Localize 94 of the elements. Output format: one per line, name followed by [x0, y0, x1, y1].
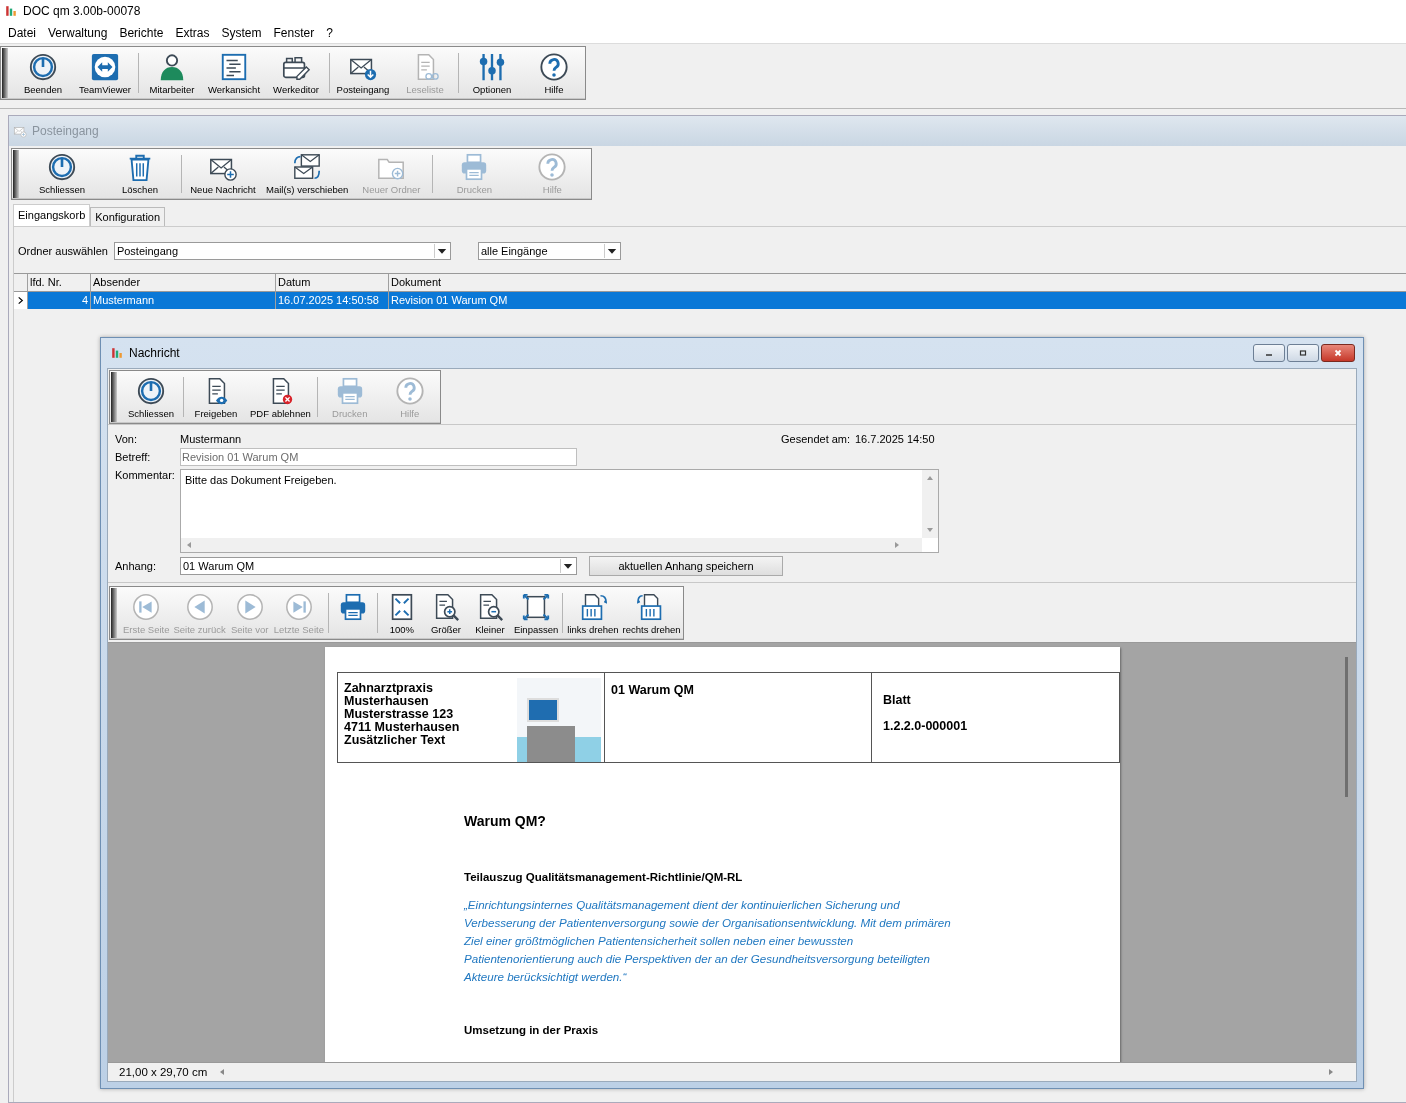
document-lines-icon — [219, 52, 249, 82]
app-logo-icon — [111, 347, 123, 359]
column-header[interactable]: Absender — [91, 274, 276, 291]
window-title: DOC qm 3.00b-00078 — [23, 4, 141, 18]
power-icon — [28, 52, 58, 82]
menu-item[interactable]: Berichte — [113, 25, 170, 40]
table-cell: Revision 01 Warum QM — [389, 292, 1406, 309]
toolbar-button[interactable]: Einpassen — [511, 587, 561, 639]
help-icon — [537, 152, 568, 182]
sheet-label: Blatt — [883, 693, 912, 707]
toolbar-button[interactable]: rechts drehen — [620, 587, 683, 639]
toolbar-button[interactable]: Größer — [423, 587, 468, 639]
help-icon — [394, 376, 425, 406]
field-label: Anhang: — [115, 560, 157, 572]
toolbar-button[interactable]: Posteingang — [332, 47, 394, 99]
document-subheading: Teilauszug Qualitätsmanagement-Richtlinie/QM-RL — [464, 871, 744, 883]
toolbar-button[interactable]: Schliessen — [23, 149, 101, 199]
menu-item[interactable]: Extras — [169, 25, 216, 40]
tab[interactable]: Eingangskorb — [13, 204, 91, 226]
close-button[interactable] — [1321, 344, 1355, 362]
attachment-dropdown[interactable]: 01 Warum QM — [180, 557, 577, 575]
field-label: Von: — [115, 433, 139, 445]
restore-icon — [1298, 348, 1308, 358]
window-title: Nachricht — [129, 346, 181, 360]
toolbar-button[interactable]: Hilfe — [523, 47, 585, 99]
menu-item[interactable]: Datei — [2, 25, 42, 40]
document-heading: Warum QM? — [464, 813, 547, 829]
minimize-button[interactable] — [1253, 344, 1285, 362]
column-header[interactable]: Datum — [276, 274, 389, 291]
menu-item[interactable]: Fenster — [267, 25, 321, 40]
document-title: 01 Warum QM — [611, 683, 694, 699]
restore-button[interactable] — [1287, 344, 1319, 362]
organization-address: Zahnarztpraxis Musterhausen Musterstrasse 123 4711 Musterhausen Zusätzlicher Text — [344, 681, 460, 747]
close-icon — [1333, 348, 1343, 358]
dropdown-arrow-icon — [560, 559, 575, 573]
field-label: Betreff: — [115, 451, 152, 463]
panel-title: Posteingang — [32, 124, 99, 138]
dropdown-arrow-icon — [603, 244, 619, 258]
help-icon — [539, 52, 569, 82]
tab[interactable]: Konfiguration — [90, 207, 166, 226]
toolbar-button[interactable]: Beenden — [12, 47, 74, 99]
filter-dropdown[interactable]: alle Eingänge — [477, 242, 621, 260]
toolbar-button[interactable]: Freigeben — [186, 371, 246, 423]
toolbar-button[interactable]: PDF ablehnen — [246, 371, 315, 423]
toolbar-button[interactable]: Löschen — [101, 149, 179, 199]
menu-item[interactable]: ? — [320, 25, 339, 40]
scroll-thumb[interactable] — [1345, 657, 1348, 797]
field-label: Gesendet am: — [781, 433, 852, 445]
sender-text: Mustermann — [180, 433, 243, 445]
toolbar-button[interactable]: Mail(s) verschieben — [262, 149, 353, 199]
app-logo-icon — [5, 5, 17, 17]
toolbar-button[interactable]: Neue Nachricht — [184, 149, 262, 199]
save-attachment-button[interactable]: aktuellen Anhang speichern — [589, 556, 783, 576]
folder-dropdown[interactable]: Posteingang — [113, 242, 451, 260]
column-header[interactable]: Dokument — [389, 274, 1406, 291]
table-cell: 16.07.2025 14:50:58 — [276, 292, 389, 309]
vertical-scrollbar[interactable] — [922, 470, 938, 538]
document-number: 1.2.2.0-000001 — [883, 719, 969, 733]
horizontal-scrollbar[interactable] — [181, 538, 922, 552]
sent-date: 16.7.2025 14:50 — [855, 433, 935, 445]
table-cell: Mustermann — [91, 292, 276, 309]
quote-paragraph: „Einrichtungsinternes Qualitätsmanagement dient der kontinuierlichen Sicherung und Verbesserung der Patientenversorgung sowie der Organisationsentwicklung. Mit dem primären Ziel einer größtmöglichen Patientensicherheit sollen neben einer bewussten Patientenorientierung auch die Perspektiven der an der Gesundheitsversorgung beteiligten Akteure berücksichtigt werden.“ — [464, 897, 952, 985]
expand-arrows-icon — [521, 592, 552, 622]
toolbar-button[interactable]: Schliessen — [121, 371, 181, 423]
envelopes-arrows-icon — [292, 152, 323, 182]
table-cell: 4 — [28, 292, 91, 309]
toolbar-button[interactable]: Optionen — [461, 47, 523, 99]
column-header[interactable]: lfd. Nr. — [28, 274, 91, 291]
section-heading: Umsetzung in der Praxis — [464, 1024, 600, 1036]
subject-field[interactable]: Revision 01 Warum QM — [180, 448, 577, 466]
folder-label: Ordner auswählen — [18, 245, 108, 257]
toolbar-button[interactable]: Werkansicht — [203, 47, 265, 99]
menu-item[interactable]: Verwaltung — [42, 25, 114, 40]
power-icon — [136, 376, 166, 406]
skip-last-icon — [283, 592, 314, 622]
sliders-icon — [477, 52, 507, 82]
toolbar-button[interactable]: 100% — [379, 587, 424, 639]
previous-icon — [184, 592, 215, 622]
toolbar-button[interactable]: links drehen — [565, 587, 621, 639]
envelope-icon — [13, 124, 27, 138]
toolbar-button[interactable]: Mitarbeiter — [141, 47, 203, 99]
field-label: Kommentar: — [115, 469, 176, 481]
power-icon — [47, 152, 77, 182]
dropdown-arrow-icon — [433, 244, 449, 258]
toolbar-button[interactable]: TeamViewer — [74, 47, 136, 99]
toolbar-button[interactable]: Werkeditor — [265, 47, 327, 99]
comment-field[interactable]: Bitte das Dokument Freigeben. — [180, 469, 939, 553]
next-icon — [234, 592, 265, 622]
row-pointer-icon — [16, 296, 25, 305]
menu-item[interactable]: System — [215, 25, 268, 40]
toolbar-button[interactable]: Kleiner — [467, 587, 512, 639]
skip-first-icon — [131, 592, 162, 622]
table-row[interactable]: 4 Mustermann 16.07.2025 14:50:58 Revision 01 Warum QM — [14, 292, 1406, 309]
page-size-text: 21,00 x 29,70 cm — [118, 1066, 209, 1078]
